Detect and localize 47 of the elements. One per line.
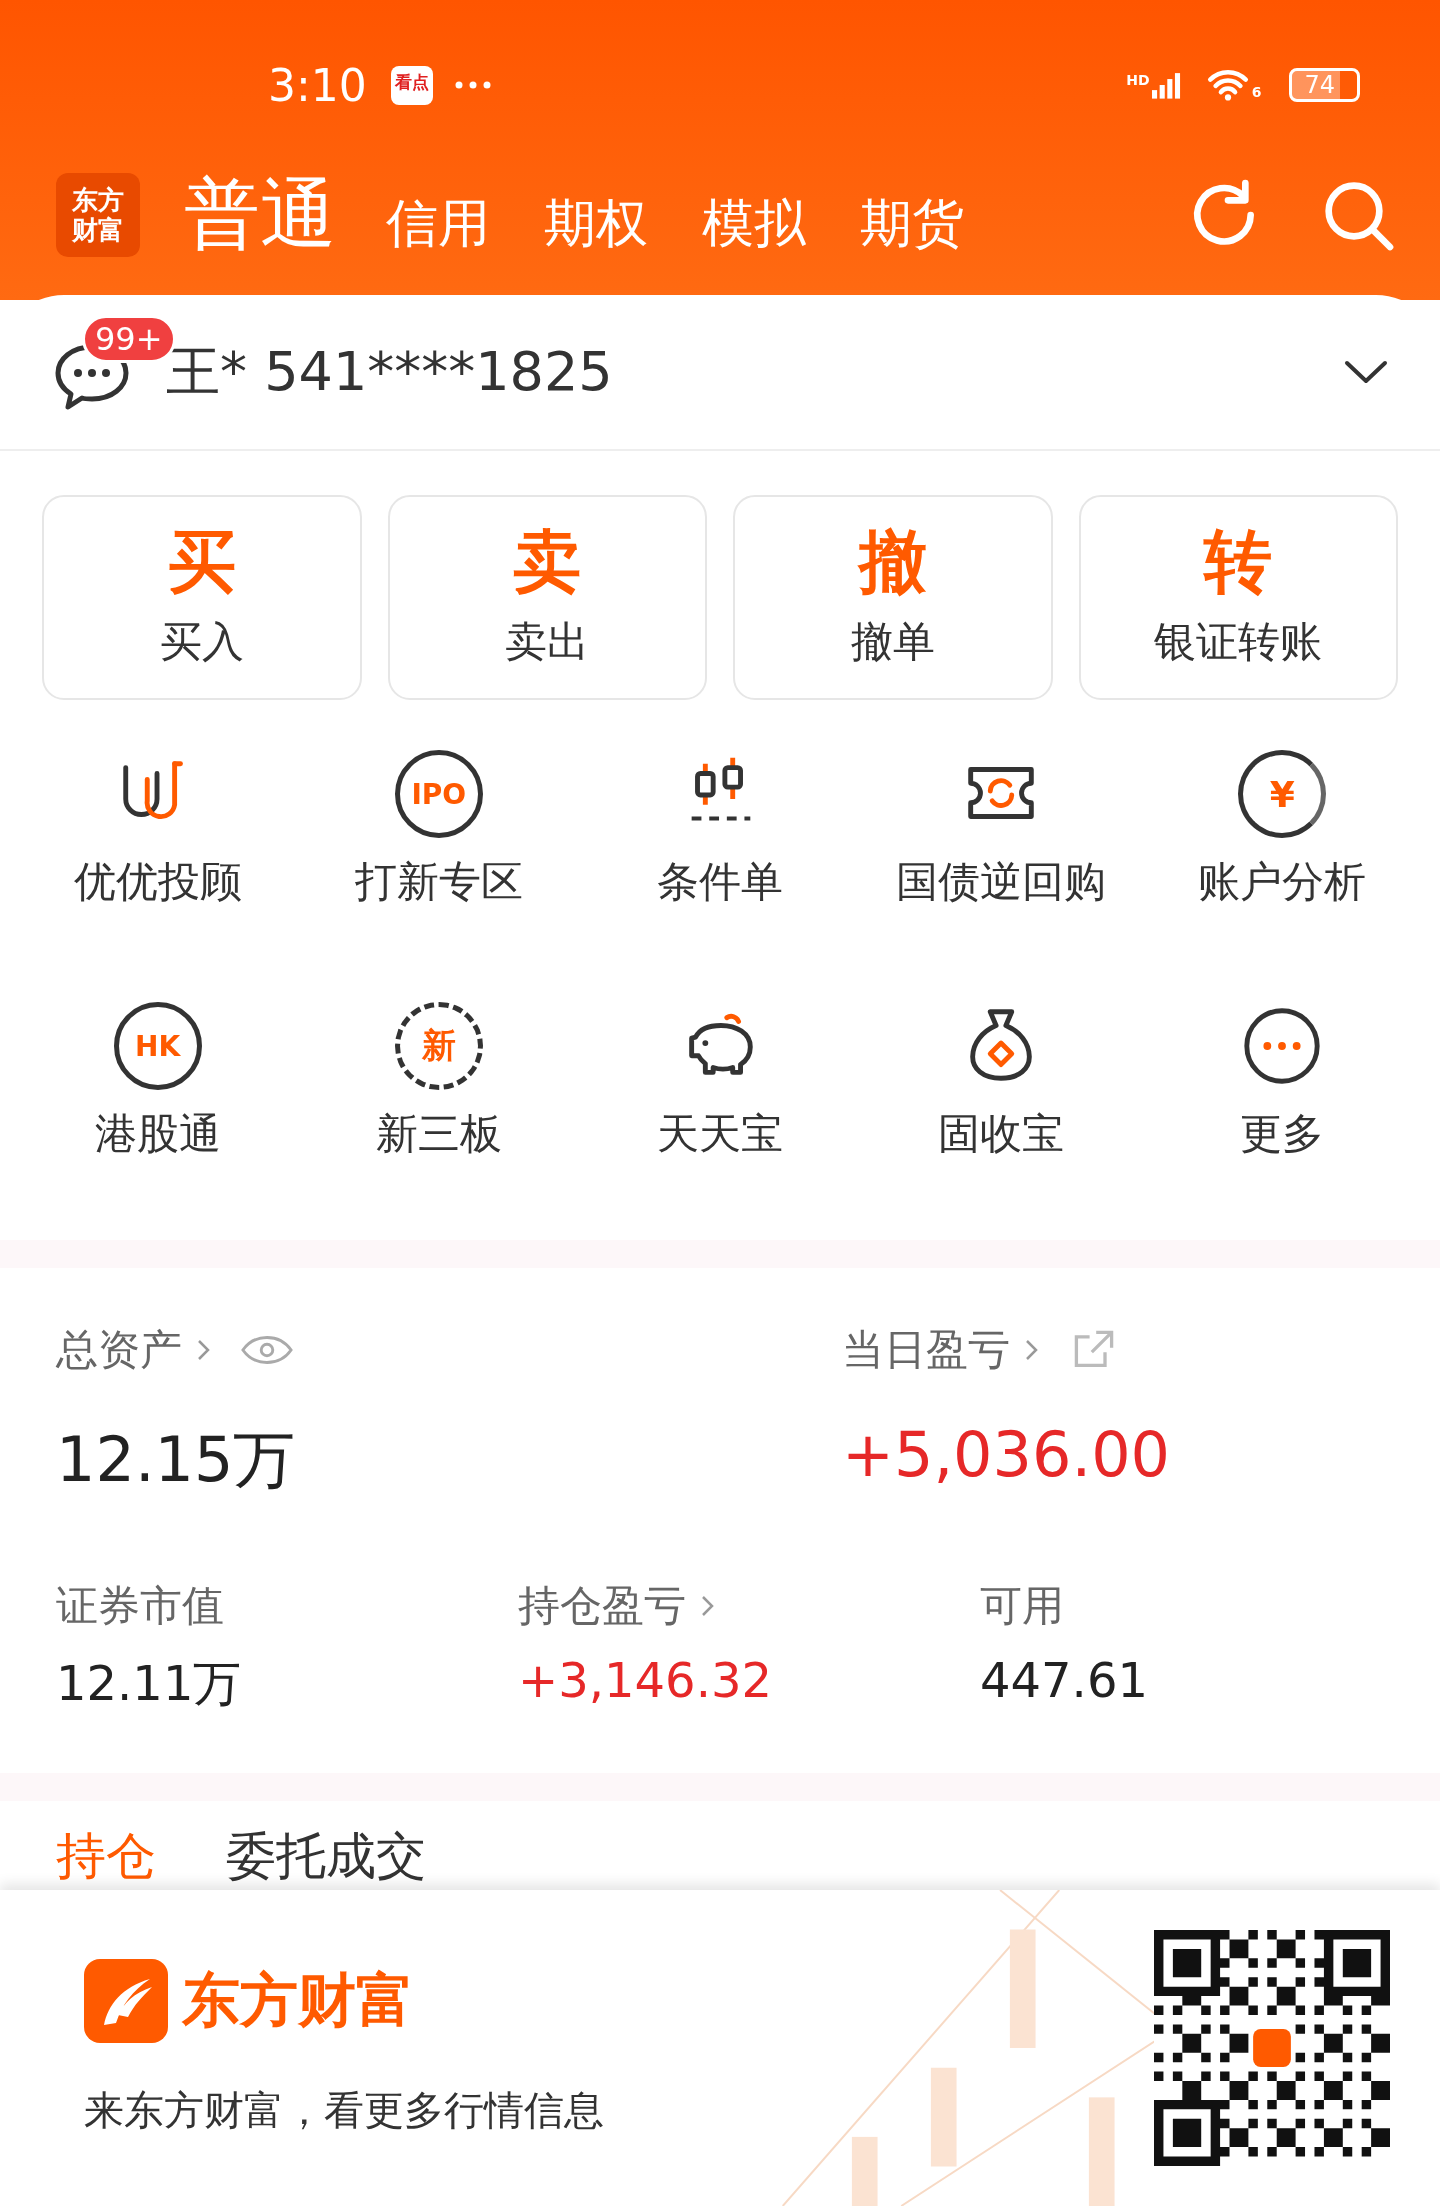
chevron-right-icon[interactable] xyxy=(196,1338,210,1362)
stat-label: 证券市值 xyxy=(56,1580,224,1632)
shortcut-item[interactable]: HK 港股通 xyxy=(17,1002,299,1162)
shortcut-item[interactable]: 固收宝 xyxy=(860,1002,1142,1162)
shortcut-item[interactable]: 更多 xyxy=(1141,1002,1423,1162)
daily-pnl-label: 当日盈亏 xyxy=(842,1324,1010,1376)
promo-banner[interactable]: 东方财富 来东方财富，看更多行情信息 xyxy=(0,1890,1440,2206)
shortcut-item[interactable]: ¥ 账户分析 xyxy=(1141,750,1423,910)
stat-value: 12.11万 xyxy=(56,1654,243,1713)
banner-slogan: 来东方财富，看更多行情信息 xyxy=(84,2085,604,2135)
dropdown-icon[interactable] xyxy=(1344,360,1388,384)
ipo-icon: IPO xyxy=(394,750,483,838)
trade-action-button[interactable]: 撤 撤单 xyxy=(733,495,1053,700)
shortcut-item[interactable]: 优优投顾 xyxy=(17,750,299,910)
stat-label: 可用 xyxy=(980,1580,1064,1632)
stat-label: 持仓盈亏 xyxy=(518,1580,686,1632)
total-assets-value: 12.15万 xyxy=(56,1422,297,1498)
shortcut-item[interactable]: 条件单 xyxy=(579,750,861,910)
stat-value: +3,146.32 xyxy=(518,1652,773,1708)
shortcut-item[interactable]: 新 新三板 xyxy=(298,1002,580,1162)
candle xyxy=(851,2136,878,2206)
trade-action-button[interactable]: 买 买入 xyxy=(42,495,362,700)
shortcut-item[interactable]: 国债逆回购 xyxy=(860,750,1142,910)
network-label: HD xyxy=(1126,72,1150,88)
status-time: 3:10 xyxy=(268,59,367,111)
yen-chart-icon: ¥ xyxy=(1238,750,1327,838)
brand-name: 东方财富 xyxy=(182,1964,414,2036)
chevron-right-icon[interactable] xyxy=(1024,1338,1038,1362)
holdings-tab[interactable]: 委托成交 xyxy=(226,1823,426,1890)
cycle-icon: 新 xyxy=(394,1002,483,1090)
brand-logo-icon xyxy=(84,1958,168,2043)
shortcut-item[interactable]: 天天宝 xyxy=(579,1002,861,1162)
battery-indicator: 74 xyxy=(1289,68,1360,102)
app-logo[interactable]: 东方 财富 xyxy=(56,173,140,257)
total-assets-label: 总资产 xyxy=(56,1324,182,1376)
wifi-generation-label: 6 xyxy=(1251,84,1262,100)
trade-action-button[interactable]: 转 银证转账 xyxy=(1078,495,1398,700)
shortcut-item[interactable]: IPO 打新专区 xyxy=(298,750,580,910)
daily-pnl-value: +5,036.00 xyxy=(842,1418,1171,1491)
eye-icon[interactable] xyxy=(240,1334,294,1366)
hk-icon: HK xyxy=(113,1002,202,1090)
wifi-icon xyxy=(1205,69,1250,101)
chevron-right-icon[interactable] xyxy=(700,1594,714,1618)
more-dots-icon xyxy=(454,81,491,89)
stat-value: 447.61 xyxy=(980,1652,1148,1708)
app-notification-icon: 看点 xyxy=(390,65,433,105)
trade-action-button[interactable]: 卖 卖出 xyxy=(387,495,707,700)
